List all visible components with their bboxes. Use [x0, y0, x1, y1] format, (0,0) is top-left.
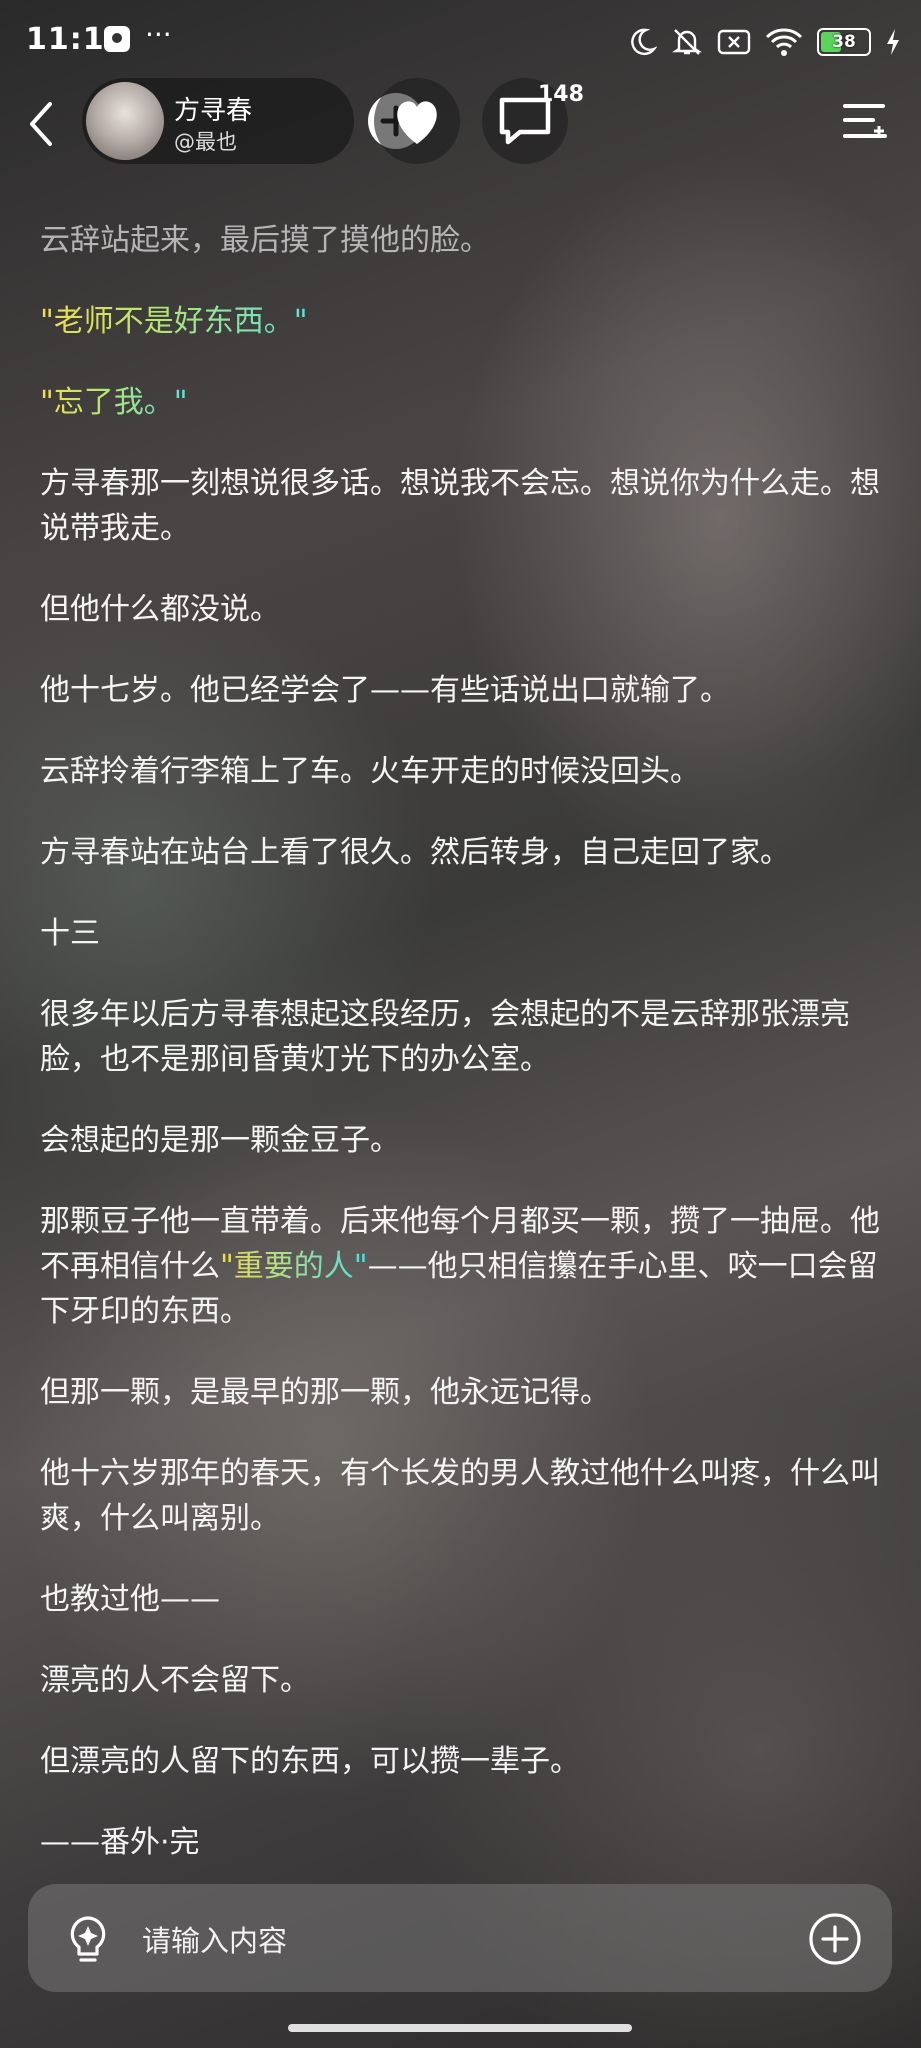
charging-icon: [887, 29, 899, 55]
author-info[interactable]: 方寻春 @最也: [82, 78, 424, 164]
lightbulb-icon[interactable]: [64, 1914, 112, 1966]
paragraph: 也教过他——: [40, 1582, 220, 1617]
menu-icon[interactable]: [841, 98, 889, 146]
comment-count: 148: [538, 82, 584, 107]
like-button[interactable]: [374, 78, 460, 164]
paragraph: "老师不是好东西。": [40, 299, 890, 344]
bell-off-icon: [672, 29, 702, 55]
dialogue-text: "忘了我。": [40, 385, 188, 420]
paragraph: 会想起的是那一颗金豆子。: [40, 1123, 400, 1158]
top-bar: 方寻春 @最也 148: [0, 78, 921, 168]
sim-off-icon: [717, 29, 751, 55]
paragraph: 云辞站起来，最后摸了摸他的脸。: [40, 223, 490, 258]
home-indicator[interactable]: [288, 2024, 632, 2032]
app-notification-icon: [104, 26, 130, 52]
back-arrow-icon[interactable]: [22, 100, 62, 148]
author-handle: @最也: [174, 130, 237, 154]
heart-icon: [397, 101, 437, 144]
article-body: 云辞站起来，最后摸了摸他的脸。 "老师不是好东西。" "忘了我。" 方寻春那一刻…: [40, 218, 890, 1901]
more-notifications-icon: ···: [145, 18, 172, 51]
add-circle-icon[interactable]: [808, 1912, 862, 1966]
paragraph: 很多年以后方寻春想起这段经历，会想起的不是云辞那张漂亮脸，也不是那间昏黄灯光下的…: [40, 997, 850, 1077]
avatar[interactable]: [86, 82, 164, 160]
comment-input[interactable]: 请输入内容: [142, 1918, 287, 1960]
paragraph: 但那一颗，是最早的那一颗，他永远记得。: [40, 1375, 610, 1410]
dialogue-text: "老师不是好东西。": [40, 304, 308, 339]
paragraph: 但他什么都没说。: [40, 592, 280, 627]
section-heading: 十三: [40, 916, 100, 951]
paragraph: "忘了我。": [40, 380, 890, 425]
comment-input-bar[interactable]: 请输入内容: [28, 1884, 892, 1992]
wifi-icon: [765, 28, 803, 56]
battery-icon: 38: [817, 28, 871, 56]
battery-level: 38: [832, 32, 856, 52]
moon-icon: [631, 28, 657, 56]
author-name: 方寻春: [174, 96, 253, 126]
paragraph: 方寻春那一刻想说很多话。想说我不会忘。想说你为什么走。想说带我走。: [40, 466, 880, 546]
paragraph: ——番外·完: [40, 1825, 200, 1860]
status-icons: 38: [627, 22, 901, 62]
highlighted-text: "重要的人": [220, 1249, 368, 1284]
paragraph: 但漂亮的人留下的东西，可以攒一辈子。: [40, 1744, 580, 1779]
paragraph: 云辞拎着行李箱上了车。火车开走的时候没回头。: [40, 754, 700, 789]
paragraph: 他十六岁那年的春天，有个长发的男人教过他什么叫疼，什么叫爽，什么叫离别。: [40, 1456, 880, 1536]
paragraph: 方寻春站在站台上看了很久。然后转身，自己走回了家。: [40, 835, 790, 870]
paragraph: 他十七岁。他已经学会了——有些话说出口就输了。: [40, 673, 730, 708]
status-bar: 11:11 ··· 38: [0, 0, 921, 82]
paragraph: 那颗豆子他一直带着。后来他每个月都买一颗，攒了一抽屉。他不再相信什么"重要的人"…: [40, 1199, 890, 1334]
paragraph: 漂亮的人不会留下。: [40, 1663, 310, 1698]
